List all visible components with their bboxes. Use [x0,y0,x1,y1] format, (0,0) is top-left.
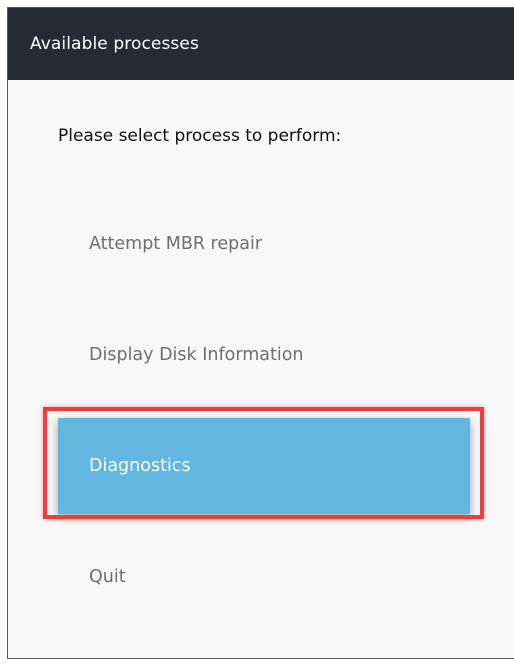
menu-item-attempt-mbr-repair[interactable]: Attempt MBR repair [58,196,470,292]
menu-item-diagnostics[interactable]: Diagnostics [58,418,470,514]
select-process-prompt: Please select process to perform: [58,126,342,146]
menu-item-quit[interactable]: Quit [58,529,470,625]
menu-item-display-disk-information[interactable]: Display Disk Information [58,307,470,403]
window-title: Available processes [8,8,514,80]
available-processes-window: Available processes Please select proces… [7,7,514,659]
